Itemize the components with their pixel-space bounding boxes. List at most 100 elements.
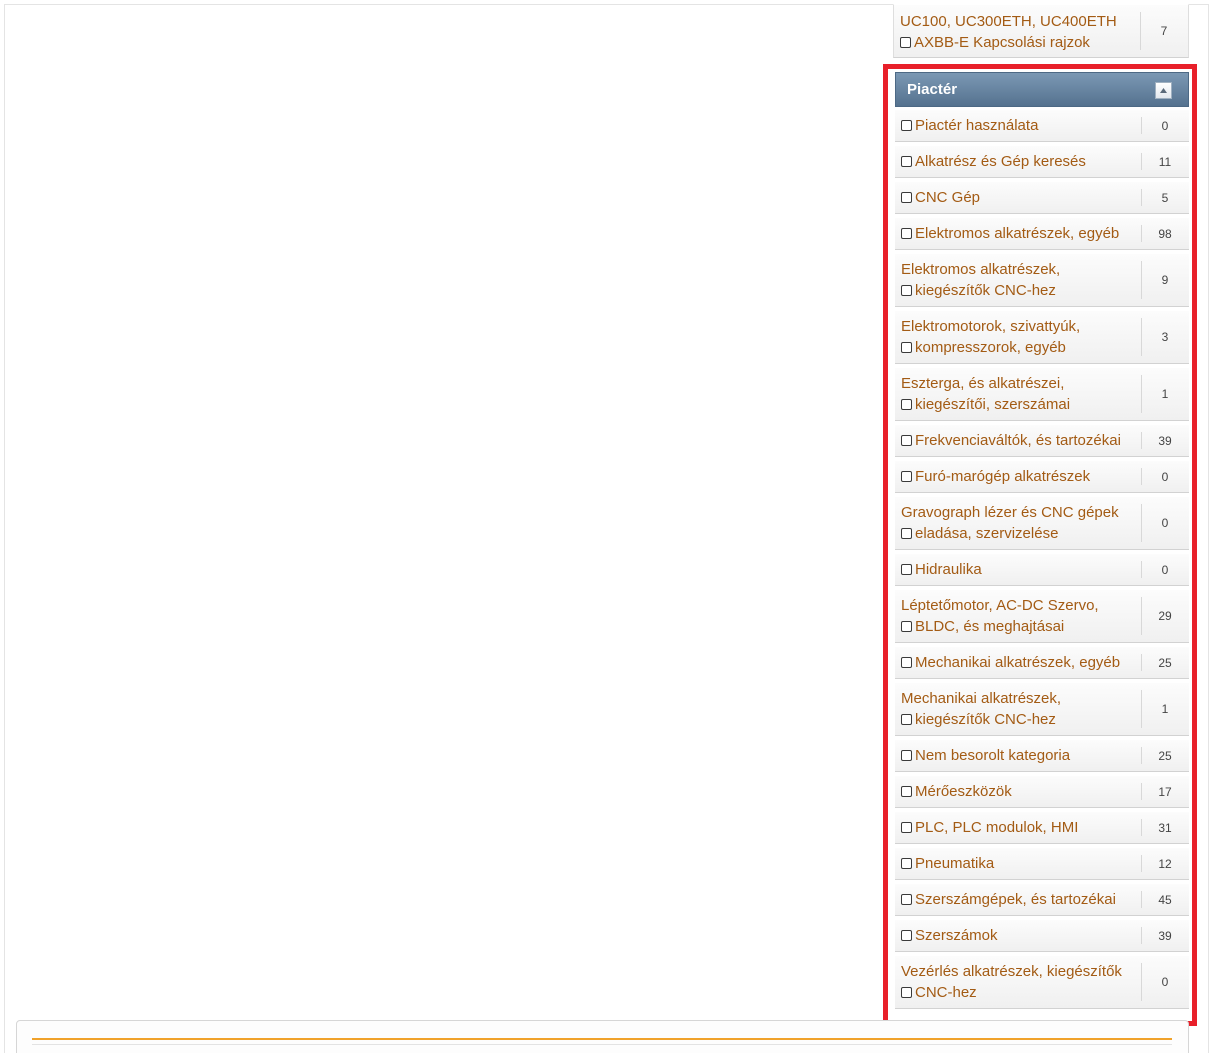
list-item-count: 1 bbox=[1141, 683, 1189, 735]
collapse-button[interactable] bbox=[1155, 82, 1172, 99]
list-item-label: kompresszorok, egyéb bbox=[915, 339, 1066, 356]
list-item-count: 0 bbox=[1141, 110, 1189, 141]
checkbox-icon[interactable] bbox=[901, 564, 912, 575]
checkbox-icon[interactable] bbox=[901, 714, 912, 725]
list-item-text: Gravograph lézer és CNC gépek eladása, sz… bbox=[901, 502, 1139, 544]
list-item[interactable]: Elektromotorok, szivattyúk, kompresszorok… bbox=[895, 310, 1189, 364]
list-item-count: 29 bbox=[1141, 590, 1189, 642]
checkbox-icon[interactable] bbox=[901, 930, 912, 941]
list-item-label-line1: Vezérlés alkatrészek, kiegészítők bbox=[901, 963, 1122, 980]
checkbox-icon[interactable] bbox=[900, 37, 911, 48]
checkbox-icon[interactable] bbox=[901, 435, 912, 446]
checkbox-icon[interactable] bbox=[901, 621, 912, 632]
list-item-label: kiegészítők CNC-hez bbox=[915, 282, 1056, 299]
list-item-label: Piactér használata bbox=[915, 117, 1039, 134]
list-item-text: Piactér használata bbox=[901, 115, 1139, 136]
checkbox-icon[interactable] bbox=[901, 192, 912, 203]
list-item[interactable]: Pneumatika 12 bbox=[895, 847, 1189, 880]
list-item[interactable]: Hidraulika 0 bbox=[895, 553, 1189, 586]
list-item[interactable]: Szerszámok 39 bbox=[895, 919, 1189, 952]
list-item[interactable]: Mechanikai alkatrészek, kiegészítők CNC-h… bbox=[895, 682, 1189, 736]
list-item[interactable]: PLC, PLC modulok, HMI 31 bbox=[895, 811, 1189, 844]
list-item-count: 45 bbox=[1141, 884, 1189, 915]
list-item-label-line: Piactér használata bbox=[901, 115, 1139, 136]
list-item-label: Alkatrész és Gép keresés bbox=[915, 153, 1086, 170]
list-item-text: Furó-marógép alkatrészek bbox=[901, 466, 1139, 487]
list-item-label: Mechanikai alkatrészek, egyéb bbox=[915, 654, 1121, 671]
list-item-label: CNC Gép bbox=[915, 189, 981, 206]
list-item-text: Hidraulika bbox=[901, 559, 1139, 580]
list-item[interactable]: Szerszámgépek, és tartozékai 45 bbox=[895, 883, 1189, 916]
list-item-label-line: eladása, szervizelése bbox=[901, 523, 1139, 544]
list-item-label: PLC, PLC modulok, HMI bbox=[915, 819, 1079, 836]
list-item-label-line1: Elektromotorok, szivattyúk, bbox=[901, 318, 1081, 335]
list-item-count: 1 bbox=[1141, 368, 1189, 420]
list-item-count: 12 bbox=[1141, 848, 1189, 879]
checkbox-icon[interactable] bbox=[901, 987, 912, 998]
list-item-label-line: Nem besorolt kategoria bbox=[901, 745, 1139, 766]
list-item[interactable]: Elektromos alkatrészek, egyéb 98 bbox=[895, 217, 1189, 250]
list-item-text: Vezérlés alkatrészek, kiegészítők CNC-hez bbox=[901, 961, 1139, 1003]
list-item-label-line: kompresszorok, egyéb bbox=[901, 337, 1139, 358]
list-item-label-line: Mechanikai alkatrészek, egyéb bbox=[901, 652, 1139, 673]
list-item-count: 25 bbox=[1141, 647, 1189, 678]
list-item-text: Mechanikai alkatrészek, egyéb bbox=[901, 652, 1139, 673]
checkbox-icon[interactable] bbox=[901, 786, 912, 797]
sidebar-item-uc100[interactable]: UC100, UC300ETH, UC400ETH AXBB-E Kapcsol… bbox=[893, 4, 1189, 58]
list-item-text: Szerszámok bbox=[901, 925, 1139, 946]
list-item-count: 31 bbox=[1141, 812, 1189, 843]
checkbox-icon[interactable] bbox=[901, 657, 912, 668]
list-item-label-line: Pneumatika bbox=[901, 853, 1139, 874]
list-item-count: 25 bbox=[1141, 740, 1189, 771]
list-item-text: Elektromos alkatrészek, kiegészítők CNC-h… bbox=[901, 259, 1139, 301]
checkbox-icon[interactable] bbox=[901, 120, 912, 131]
checkbox-icon[interactable] bbox=[901, 750, 912, 761]
checkbox-icon[interactable] bbox=[901, 285, 912, 296]
page: UC100, UC300ETH, UC400ETH AXBB-E Kapcsol… bbox=[0, 0, 1209, 1053]
list-item-count: 39 bbox=[1141, 425, 1189, 456]
list-item-label: Furó-marógép alkatrészek bbox=[915, 468, 1091, 485]
list-item[interactable]: Vezérlés alkatrészek, kiegészítők CNC-hez… bbox=[895, 955, 1189, 1009]
list-item-text: PLC, PLC modulok, HMI bbox=[901, 817, 1139, 838]
list-item[interactable]: Alkatrész és Gép keresés 11 bbox=[895, 145, 1189, 178]
checkbox-icon[interactable] bbox=[901, 156, 912, 167]
checkbox-icon[interactable] bbox=[901, 471, 912, 482]
checkbox-icon[interactable] bbox=[901, 528, 912, 539]
list-item-label: kiegészítői, szerszámai bbox=[915, 396, 1071, 413]
content-left-border bbox=[4, 4, 5, 1053]
checkbox-icon[interactable] bbox=[901, 399, 912, 410]
checkbox-icon[interactable] bbox=[901, 822, 912, 833]
list-item-label-line1: Mechanikai alkatrészek, bbox=[901, 690, 1062, 707]
list-item[interactable]: Elektromos alkatrészek, kiegészítők CNC-h… bbox=[895, 253, 1189, 307]
list-item[interactable]: Frekvenciaváltók, és tartozékai 39 bbox=[895, 424, 1189, 457]
list-item[interactable]: Furó-marógép alkatrészek 0 bbox=[895, 460, 1189, 493]
list-item[interactable]: Eszterga, és alkatrészei, kiegészítői, sz… bbox=[895, 367, 1189, 421]
list-item[interactable]: Mérőeszközök 17 bbox=[895, 775, 1189, 808]
marketplace-sidebar: Piactér Piactér használata 0 Alkatrész és … bbox=[895, 72, 1189, 1012]
sidebar-item-list: Piactér használata 0 Alkatrész és Gép kere… bbox=[895, 109, 1189, 1009]
list-item[interactable]: Mechanikai alkatrészek, egyéb 25 bbox=[895, 646, 1189, 679]
list-item-text: Pneumatika bbox=[901, 853, 1139, 874]
list-item-label: eladása, szervizelése bbox=[915, 525, 1059, 542]
list-item-label-line: Szerszámgépek, és tartozékai bbox=[901, 889, 1139, 910]
list-item[interactable]: Piactér használata 0 bbox=[895, 109, 1189, 142]
list-item-text: CNC Gép bbox=[901, 187, 1139, 208]
list-item-label: Szerszámok bbox=[915, 927, 998, 944]
list-item-label-line: Frekvenciaváltók, és tartozékai bbox=[901, 430, 1139, 451]
checkbox-icon[interactable] bbox=[901, 858, 912, 869]
bottom-divider bbox=[32, 1044, 1172, 1045]
sidebar-item-label-line1: UC100, UC300ETH, UC400ETH bbox=[900, 13, 1117, 30]
list-item[interactable]: Léptetőmotor, AC-DC Szervo, BLDC, és megh… bbox=[895, 589, 1189, 643]
checkbox-icon[interactable] bbox=[901, 894, 912, 905]
checkbox-icon[interactable] bbox=[901, 228, 912, 239]
checkbox-icon[interactable] bbox=[901, 342, 912, 353]
list-item-text: Léptetőmotor, AC-DC Szervo, BLDC, és megh… bbox=[901, 595, 1139, 637]
list-item-label: BLDC, és meghajtásai bbox=[915, 618, 1065, 635]
list-item-label-line: Alkatrész és Gép keresés bbox=[901, 151, 1139, 172]
list-item[interactable]: Gravograph lézer és CNC gépek eladása, sz… bbox=[895, 496, 1189, 550]
list-item[interactable]: Nem besorolt kategoria 25 bbox=[895, 739, 1189, 772]
list-item-count: 3 bbox=[1141, 311, 1189, 363]
list-item-label-line: Furó-marógép alkatrészek bbox=[901, 466, 1139, 487]
list-item[interactable]: CNC Gép 5 bbox=[895, 181, 1189, 214]
bottom-panel bbox=[16, 1020, 1189, 1053]
